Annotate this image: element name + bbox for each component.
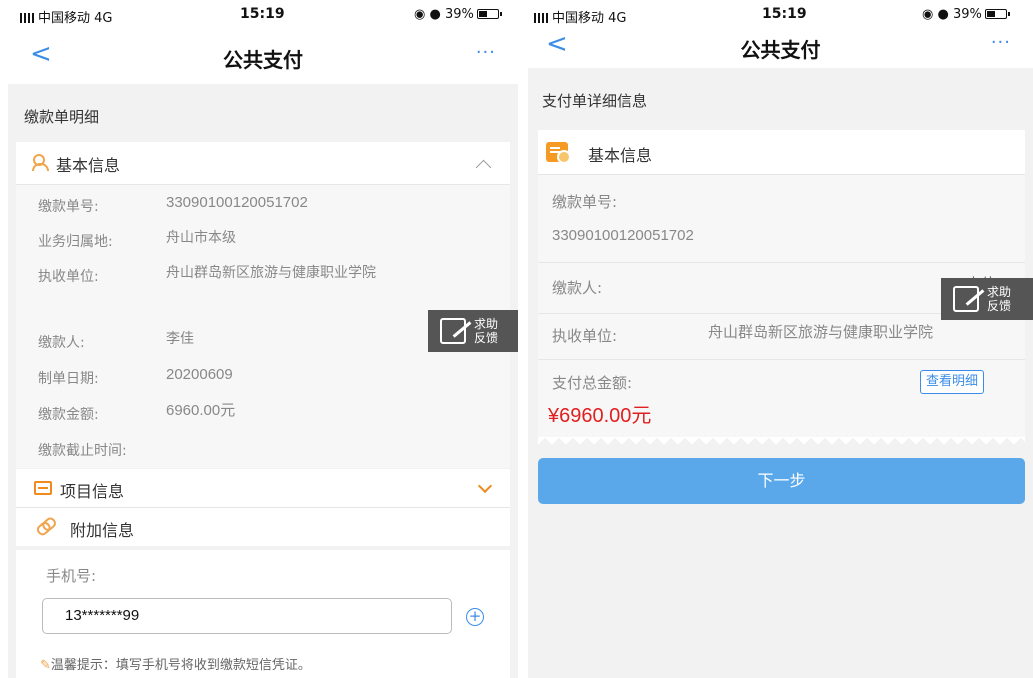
nav-bar: < 公共支付 ··· [8,28,518,84]
edit-icon [440,318,466,344]
basic-info-header[interactable]: 基本信息 [16,142,510,184]
carrier-label: 中国移动 4G [20,7,112,26]
basic-info-title: 基本信息 [56,156,121,175]
nav-bar: < 公共支付 ··· [528,28,1033,68]
more-icon[interactable]: ··· [991,32,1011,53]
help-feedback-button[interactable]: 求助反馈 [428,310,518,352]
tip-text: ✎温馨提示：填写手机号将收到缴款短信凭证。 [40,658,311,673]
bill-no-value: 33090100120051702 [166,194,308,211]
left-phone-screen: 中国移动 4G 15:19 ◉ ● 39% < 公共支付 ··· 缴款单明细 基… [8,0,518,678]
bill-no-label: 缴款单号: [38,199,99,215]
person-icon [32,154,54,171]
bill-no-value: 33090100120051702 [552,227,694,244]
date-label: 制单日期: [38,371,99,387]
page-title: 公共支付 [740,38,821,62]
phone-input[interactable]: 13*******99 [42,598,452,634]
extra-info-header: 附加信息 [16,508,510,546]
region-label: 业务归属地: [38,234,113,250]
folder-icon [34,481,52,495]
help-feedback-button[interactable]: 求助反馈 [941,278,1033,320]
chevron-down-icon[interactable] [477,478,493,494]
divider [538,262,1025,263]
battery-status: ◉ ● 39% [414,7,502,22]
help-feedback-label: 求助反馈 [474,317,499,345]
amount-label: 缴款金额: [38,407,99,423]
battery-icon [984,9,1010,19]
document-icon [546,142,571,164]
page-title: 公共支付 [223,48,303,72]
divider [538,359,1025,360]
battery-icon [476,9,502,19]
carrier-label: 中国移动 4G [534,7,626,26]
battery-status: ◉ ● 39% [922,7,1010,22]
more-icon[interactable]: ··· [476,42,496,63]
deadline-label: 缴款截止时间: [38,443,127,459]
help-feedback-label: 求助反馈 [987,285,1012,313]
amount-value: 6960.00元 [166,402,236,419]
payer-value: 李佳 [166,331,194,347]
collector-value: 舟山群岛新区旅游与健康职业学院 [166,265,376,281]
chevron-up-icon[interactable] [475,159,492,176]
payer-label: 缴款人: [552,279,603,297]
bill-no-label: 缴款单号: [552,193,618,211]
phone-label: 手机号: [46,567,97,585]
next-step-button[interactable]: 下一步 [538,458,1025,504]
section-title: 支付单详细信息 [542,92,648,110]
right-phone-screen: 中国移动 4G 15:19 ◉ ● 39% < 公共支付 ··· 支付单详细信息… [528,0,1033,678]
basic-info-title: 基本信息 [588,146,653,165]
signal-icon [534,13,548,23]
clock: 15:19 [240,6,285,22]
date-value: 20200609 [166,366,233,383]
project-info-header[interactable]: 项目信息 [16,469,510,507]
pencil-icon: ✎ [40,658,51,673]
section-title: 缴款单明细 [24,108,100,126]
total-amount: ¥6960.00元 [548,405,652,427]
collector-value: 舟山群岛新区旅游与健康职业学院 [708,323,934,341]
project-info-title: 项目信息 [60,482,125,501]
view-detail-button[interactable]: 查看明细 [920,370,985,394]
total-label: 支付总金额: [552,374,633,392]
phone-section: 手机号: 13*******99 + ✎温馨提示：填写手机号将收到缴款短信凭证。 [16,550,510,678]
edit-icon [953,286,979,312]
add-phone-icon[interactable]: + [466,608,484,626]
link-icon [34,516,57,538]
collector-label: 执收单位: [38,269,99,285]
status-bar: 中国移动 4G 15:19 ◉ ● 39% [528,0,1033,28]
signal-icon [20,13,34,23]
collector-label: 执收单位: [552,327,618,345]
region-value: 舟山市本级 [166,230,236,246]
status-bar: 中国移动 4G 15:19 ◉ ● 39% [8,0,518,28]
clock: 15:19 [762,6,807,22]
receipt-edge [538,437,1025,447]
extra-info-title: 附加信息 [70,521,135,540]
payer-label: 缴款人: [38,335,85,351]
